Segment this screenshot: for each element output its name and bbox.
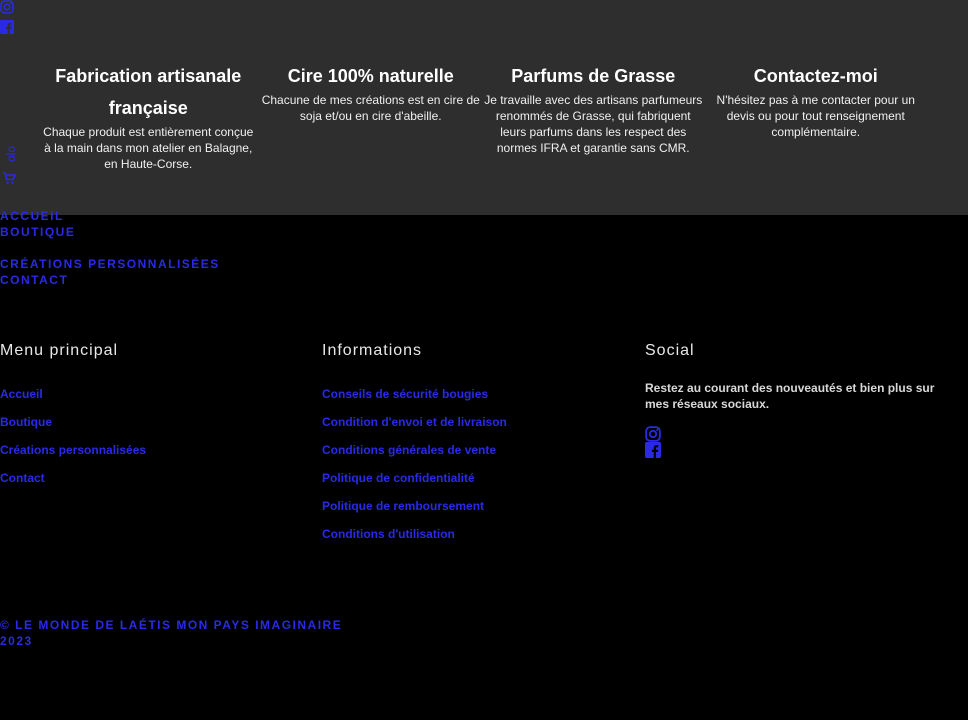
nav-accueil[interactable]: Accueil — [0, 208, 220, 224]
footer-menu-column: Menu principal Accueil Boutique Création… — [0, 340, 146, 492]
footer-link-livraison[interactable]: Condition d'envoi et de livraison — [322, 408, 507, 436]
main-nav: Accueil Boutique Créations personnalisée… — [0, 208, 220, 288]
footer-link-utilisation[interactable]: Conditions d'utilisation — [322, 520, 507, 548]
footer-info-title: Informations — [322, 342, 423, 359]
feature-title: Fabrication artisanale française — [55, 66, 242, 118]
footer-link-cgv[interactable]: Conditions générales de vente — [322, 436, 507, 464]
feature-fabrication: Fabrication artisanale française Chaque … — [37, 60, 260, 172]
feature-title: Parfums de Grasse — [511, 66, 676, 86]
footer-social-title: Social — [645, 342, 695, 359]
feature-parfums: Parfums de Grasse Je travaille avec des … — [482, 60, 705, 172]
features-row: Fabrication artisanale française Chaque … — [37, 60, 927, 172]
feature-text: Je travaille avec des artisans parfumeur… — [484, 93, 703, 155]
side-actions: olo — [2, 146, 22, 185]
feature-text: Chaque produit est entièrement conçue à … — [43, 125, 254, 171]
footer-social-column: Social Restez au courant des nouveautés … — [645, 340, 945, 458]
nav-creations[interactable]: Créations personnalisées — [0, 256, 220, 272]
feature-text: Chacune de mes créations est en cire de … — [261, 93, 480, 123]
cart-icon[interactable] — [2, 171, 17, 185]
copyright: © Le Monde de Laétis Mon Pays Imaginaire… — [0, 617, 342, 649]
footer-link-accueil[interactable]: Accueil — [0, 380, 146, 408]
footer-social-text: Restez au courant des nouveautés et bien… — [645, 381, 935, 411]
instagram-icon[interactable] — [0, 0, 14, 14]
facebook-icon[interactable] — [645, 440, 661, 458]
facebook-icon[interactable] — [0, 20, 14, 34]
footer-link-remboursement[interactable]: Politique de remboursement — [322, 492, 507, 520]
feature-title: Contactez-moi — [753, 66, 878, 86]
copyright-line: © Le Monde de Laétis Mon Pays Imaginaire — [0, 618, 343, 632]
nav-contact[interactable]: Contact — [0, 272, 220, 288]
feature-cire: Cire 100% naturelle Chacune de mes créat… — [260, 60, 483, 172]
footer-link-confidentialite[interactable]: Politique de confidentialité — [322, 464, 507, 492]
footer-menu-title: Menu principal — [0, 342, 119, 359]
footer-link-contact[interactable]: Contact — [0, 464, 146, 492]
vertical-link[interactable]: olo — [4, 146, 18, 162]
footer-link-boutique[interactable]: Boutique — [0, 408, 146, 436]
footer-info-column: Informations Conseils de sécurité bougie… — [322, 340, 507, 548]
instagram-icon[interactable] — [645, 424, 661, 442]
footer-link-securite[interactable]: Conseils de sécurité bougies — [322, 380, 507, 408]
feature-text: N'hésitez pas à me contacter pour un dev… — [716, 93, 915, 139]
feature-contact: Contactez-moi N'hésitez pas à me contact… — [705, 60, 928, 172]
top-social-links — [0, 0, 16, 40]
features-panel: Fabrication artisanale française Chaque … — [0, 0, 968, 215]
nav-boutique[interactable]: Boutique — [0, 224, 220, 240]
nav-gap — [0, 240, 220, 256]
feature-title: Cire 100% naturelle — [287, 66, 454, 86]
footer-social-icons — [645, 424, 945, 458]
footer-link-creations[interactable]: Créations personnalisées — [0, 436, 146, 464]
footer-columns: Menu principal Accueil Boutique Création… — [0, 340, 968, 560]
copyright-year: 2023 — [0, 634, 33, 648]
